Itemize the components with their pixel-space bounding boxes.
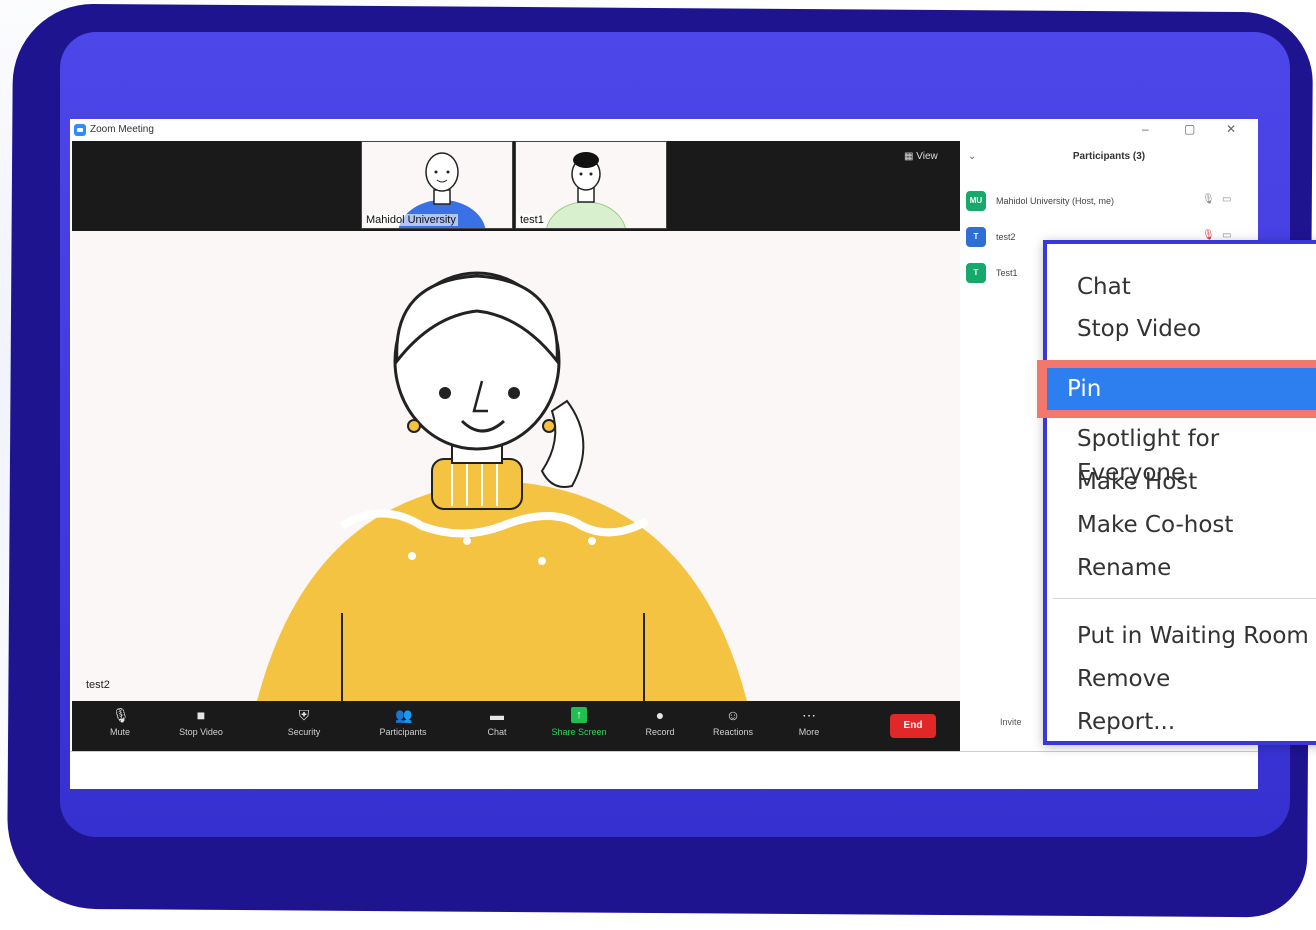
shield-icon: ⛨ (298, 707, 310, 723)
menu-item-waiting-room[interactable]: Put in Waiting Room (1077, 619, 1309, 653)
window-title: Zoom Meeting (90, 124, 154, 135)
participant-name: test2 (996, 232, 1016, 242)
video-area: Mahidol University test1 ▦ View test2 🎙 … (72, 141, 960, 751)
view-button[interactable]: ▦ View (904, 151, 938, 162)
participant-name: Test1 (996, 268, 1018, 278)
stop-video-label: Stop Video (179, 727, 223, 737)
restore-button[interactable]: ▢ (1184, 122, 1195, 136)
video-thumbnail[interactable]: Mahidol University (361, 141, 513, 229)
avatar: MU (966, 191, 986, 211)
more-icon: ⋯ (802, 707, 816, 723)
meeting-toolbar: 🎙 Mute ■ Stop Video ⛨ Security 👥 Partici… (72, 701, 960, 751)
menu-item-remove[interactable]: Remove (1077, 662, 1170, 696)
chat-button[interactable]: ▬ Chat (482, 701, 512, 751)
chat-label: Chat (487, 727, 507, 737)
security-label: Security (287, 727, 321, 737)
mute-button[interactable]: 🎙 Mute (100, 701, 140, 751)
thumbnail-name: Mahidol University (364, 214, 458, 226)
microphone-icon[interactable]: 🎙 (1202, 194, 1215, 205)
menu-item-make-host[interactable]: Make Host (1077, 465, 1197, 499)
menu-item-stop-video[interactable]: Stop Video (1077, 312, 1201, 346)
title-bar: Zoom Meeting – ▢ ✕ (70, 119, 1258, 141)
menu-divider (1053, 598, 1316, 599)
thumbnail-name: test1 (518, 214, 546, 226)
video-camera-icon: ■ (196, 707, 206, 723)
reactions-icon: ☺ (725, 707, 741, 723)
security-button[interactable]: ⛨ Security (278, 701, 330, 751)
record-label: Record (645, 727, 675, 737)
participant-context-menu: Chat Stop Video Pin Spotlight for Everyo… (1037, 240, 1316, 745)
zoom-logo-icon (74, 124, 86, 136)
share-screen-label: Share Screen (551, 727, 607, 737)
pin-highlight: Pin (1037, 360, 1316, 418)
chat-icon: ▬ (490, 707, 504, 723)
more-label: More (798, 727, 820, 737)
menu-item-spotlight[interactable]: Spotlight for Everyone (1077, 422, 1316, 486)
video-camera-icon[interactable]: ▭ (1222, 194, 1231, 205)
participant-name: Mahidol University (Host, me) (996, 196, 1115, 206)
participants-title: Participants (3) (1072, 151, 1146, 162)
participants-label: Participants (379, 727, 427, 737)
participants-icon: 👥 (395, 707, 413, 723)
record-icon: ● (655, 707, 665, 723)
invite-button[interactable]: Invite (1000, 717, 1022, 727)
menu-item-pin[interactable]: Pin (1047, 368, 1316, 410)
view-label: View (916, 151, 938, 162)
menu-item-report[interactable]: Report... (1077, 705, 1175, 739)
menu-item-chat[interactable]: Chat (1077, 270, 1131, 304)
end-meeting-button[interactable]: End (890, 714, 936, 738)
avatar: T (966, 227, 986, 247)
more-button[interactable]: ⋯ More (792, 701, 826, 751)
close-button[interactable]: ✕ (1226, 122, 1236, 136)
menu-item-pin-label: Pin (1067, 376, 1102, 402)
reactions-button[interactable]: ☺ Reactions (708, 701, 758, 751)
window-bottom (70, 751, 1258, 789)
microphone-icon: 🎙 (112, 707, 130, 723)
record-button[interactable]: ● Record (640, 701, 680, 751)
menu-item-rename[interactable]: Rename (1077, 551, 1171, 585)
active-speaker-illustration (257, 271, 747, 701)
active-speaker-name: test2 (86, 679, 110, 691)
minimize-button[interactable]: – (1142, 122, 1149, 136)
mute-label: Mute (109, 727, 130, 737)
reactions-label: Reactions (712, 727, 754, 737)
participants-button[interactable]: 👥 Participants (368, 701, 438, 751)
menu-item-make-cohost[interactable]: Make Co-host (1077, 508, 1233, 542)
video-thumbnail[interactable]: test1 (515, 141, 667, 229)
share-screen-button[interactable]: ↑ Share Screen (544, 701, 614, 751)
share-screen-icon: ↑ (571, 707, 587, 723)
participant-row[interactable]: MU Mahidol University (Host, me) 🎙 ▭ (966, 191, 1256, 211)
stop-video-button[interactable]: ■ Stop Video (168, 701, 234, 751)
avatar: T (966, 263, 986, 283)
thumbnail-strip: Mahidol University test1 ▦ View (72, 141, 960, 231)
